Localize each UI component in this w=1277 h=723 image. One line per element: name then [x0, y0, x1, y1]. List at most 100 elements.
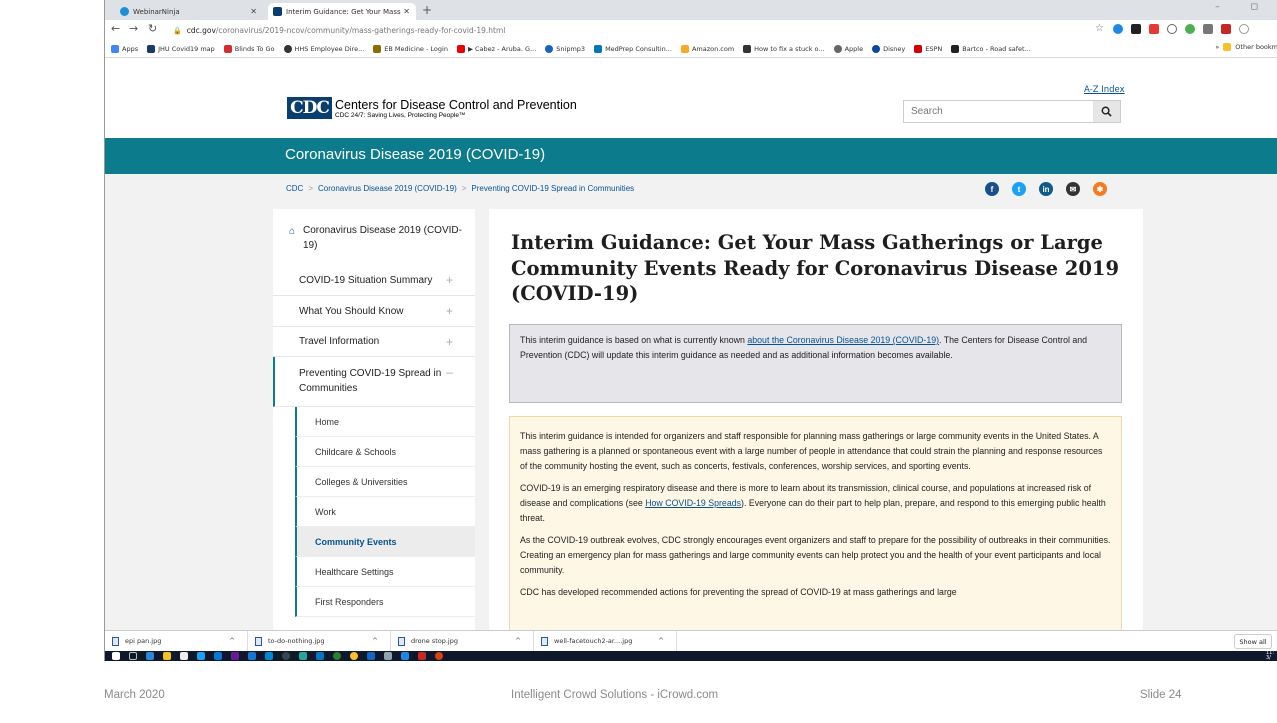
outlook-icon[interactable]	[214, 652, 222, 660]
linkedin-icon[interactable]: in	[1039, 182, 1053, 196]
bookmark-jhu[interactable]: JHU Covid19 map	[147, 44, 215, 53]
windows-start-icon[interactable]	[112, 652, 120, 660]
app-icon[interactable]	[316, 652, 324, 660]
quickbooks-icon[interactable]	[333, 652, 341, 660]
word-icon[interactable]	[367, 652, 375, 660]
nav-item-childcare-schools[interactable]: Childcare & Schools	[295, 437, 475, 467]
nav-item-home[interactable]: Home	[295, 407, 475, 437]
bookmark-snipmp3[interactable]: Snipmp3	[545, 44, 585, 53]
window-controls[interactable]: – ◻	[1215, 2, 1272, 12]
close-icon[interactable]: ✕	[403, 7, 410, 16]
task-view-icon[interactable]	[129, 652, 137, 660]
other-bookmarks[interactable]: » Other bookm	[1209, 43, 1277, 51]
search-input[interactable]	[904, 101, 1093, 122]
nav-home-link[interactable]: ⌂ Coronavirus Disease 2019 (COVID-19)	[289, 223, 464, 253]
download-item[interactable]: to-do-nothing.jpg ^	[248, 630, 391, 652]
chevron-up-icon[interactable]: ^	[372, 637, 378, 645]
extension-icon[interactable]	[1149, 24, 1159, 34]
facebook-icon[interactable]: f	[985, 182, 999, 196]
twitter-icon[interactable]: t	[1012, 182, 1026, 196]
chevron-up-icon[interactable]: ^	[229, 637, 235, 645]
extension-icon[interactable]	[1131, 24, 1141, 34]
extension-icon[interactable]	[1185, 24, 1195, 34]
nav-item-work[interactable]: Work	[295, 497, 475, 527]
guidance-summary: This interim guidance is intended for or…	[509, 416, 1122, 630]
show-all-button[interactable]: Show all	[1234, 634, 1272, 649]
az-index-link[interactable]: A-Z Index	[1084, 85, 1125, 95]
nav-item-community-events[interactable]: Community Events	[295, 527, 475, 557]
breadcrumb-item[interactable]: CDC	[286, 184, 303, 193]
profile-icon[interactable]	[1239, 24, 1249, 34]
powerpoint-icon[interactable]	[435, 652, 443, 660]
back-icon[interactable]: ←	[111, 22, 120, 35]
speed-icon[interactable]	[282, 652, 290, 660]
breadcrumb-item[interactable]: Preventing COVID-19 Spread in Communitie…	[471, 184, 634, 193]
nav-item-first-responders[interactable]: First Responders	[295, 587, 475, 617]
nav-section-travel-information[interactable]: Travel Information +	[273, 327, 475, 357]
bookmark-stuck[interactable]: How to fix a stuck o...	[743, 44, 825, 53]
cdc-logo[interactable]: CDC	[287, 97, 332, 119]
edge-icon[interactable]	[146, 652, 154, 660]
topic-title[interactable]: Coronavirus Disease 2019 (COVID-19)	[285, 146, 545, 163]
search-button[interactable]	[1093, 101, 1120, 122]
extension-icon[interactable]	[1113, 24, 1123, 34]
bookmark-blinds[interactable]: Blinds To Go	[223, 44, 275, 53]
email-icon[interactable]: ✉	[1066, 182, 1080, 196]
nav-item-healthcare-settings[interactable]: Healthcare Settings	[295, 557, 475, 587]
collapse-icon[interactable]: –	[446, 365, 453, 380]
bookmark-apps[interactable]: Apps	[111, 44, 138, 53]
chevron-up-icon[interactable]: ^	[515, 637, 521, 645]
nav-item-colleges-universities[interactable]: Colleges & Universities	[295, 467, 475, 497]
how-covid-spreads-link[interactable]: How COVID-19 Spreads	[645, 498, 741, 508]
tab-webinarninja[interactable]: WebinarNinja ✕	[115, 3, 263, 20]
internet-explorer-icon[interactable]	[197, 652, 205, 660]
bookmark-amazon[interactable]: Amazon.com	[680, 44, 734, 53]
chevron-up-icon[interactable]: ^	[658, 637, 664, 645]
app-icon[interactable]	[231, 652, 239, 660]
tab-interim-guidance[interactable]: Interim Guidance: Get Your Mass ✕	[268, 3, 416, 20]
bookmark-apple[interactable]: Apple	[833, 44, 863, 53]
expand-icon[interactable]: +	[446, 296, 453, 327]
nav-section-what-you-should-know[interactable]: What You Should Know +	[273, 296, 475, 327]
extension-icon[interactable]	[1221, 24, 1231, 34]
bookmark-bartco[interactable]: Bartco - Road safet...	[951, 44, 1031, 53]
chrome-icon[interactable]	[350, 652, 358, 660]
download-item[interactable]: drone stop.jpg ^	[391, 630, 534, 652]
nav-section-situation-summary[interactable]: COVID-19 Situation Summary +	[273, 265, 475, 296]
expand-icon[interactable]: +	[446, 327, 453, 357]
close-icon[interactable]: ✕	[250, 7, 257, 16]
bookmark-eb-medicine[interactable]: EB Medicine - Login	[373, 44, 448, 53]
download-item[interactable]: epi pan.jpg ^	[105, 630, 248, 652]
download-item[interactable]: well-facetouch2-ar....jpg ^	[534, 630, 677, 652]
cdc-favicon-icon	[273, 7, 282, 16]
syndicate-icon[interactable]: ✱	[1093, 182, 1107, 196]
acrobat-icon[interactable]	[418, 652, 426, 660]
app-icon[interactable]	[248, 652, 256, 660]
new-tab-button[interactable]: +	[422, 3, 432, 17]
app-icon[interactable]	[384, 652, 392, 660]
extension-icon[interactable]	[1167, 24, 1177, 34]
bookmark-medprep[interactable]: MedPrep Consultin...	[594, 44, 672, 53]
expand-icon[interactable]: +	[446, 265, 453, 296]
file-explorer-icon[interactable]	[163, 652, 171, 660]
about-covid-link[interactable]: about the Coronavirus Disease 2019 (COVI…	[747, 335, 939, 345]
bookmark-cabez[interactable]: ▶ Cabez - Aruba. G...	[456, 44, 536, 53]
store-icon[interactable]	[180, 652, 188, 660]
zoom-icon[interactable]	[401, 652, 409, 660]
bookmark-hhs[interactable]: HHS Employee Dire...	[283, 44, 364, 53]
app-icon[interactable]	[299, 652, 307, 660]
nav-section-preventing-spread[interactable]: Preventing COVID-19 Spread in Communitie…	[273, 357, 475, 407]
org-name[interactable]: Centers for Disease Control and Preventi…	[335, 98, 577, 112]
forward-icon[interactable]: →	[129, 22, 138, 35]
breadcrumb-item[interactable]: Coronavirus Disease 2019 (COVID-19)	[318, 184, 457, 193]
social-share-bar: f t in ✉ ✱	[985, 182, 1107, 196]
url-bar[interactable]: 🔒 cdc.gov/coronavirus/2019-ncov/communit…	[173, 23, 1093, 38]
bookmark-espn[interactable]: ESPN	[914, 44, 942, 53]
reload-icon[interactable]: ↻	[148, 22, 157, 35]
taskbar-clock[interactable]: 11: 3/	[1266, 651, 1274, 661]
app-icon[interactable]	[265, 652, 273, 660]
extension-icon[interactable]	[1203, 24, 1213, 34]
star-icon[interactable]: ☆	[1095, 24, 1105, 34]
presentation-slide: WebinarNinja ✕ Interim Guidance: Get You…	[0, 0, 1277, 723]
bookmark-disney[interactable]: Disney	[872, 44, 905, 53]
